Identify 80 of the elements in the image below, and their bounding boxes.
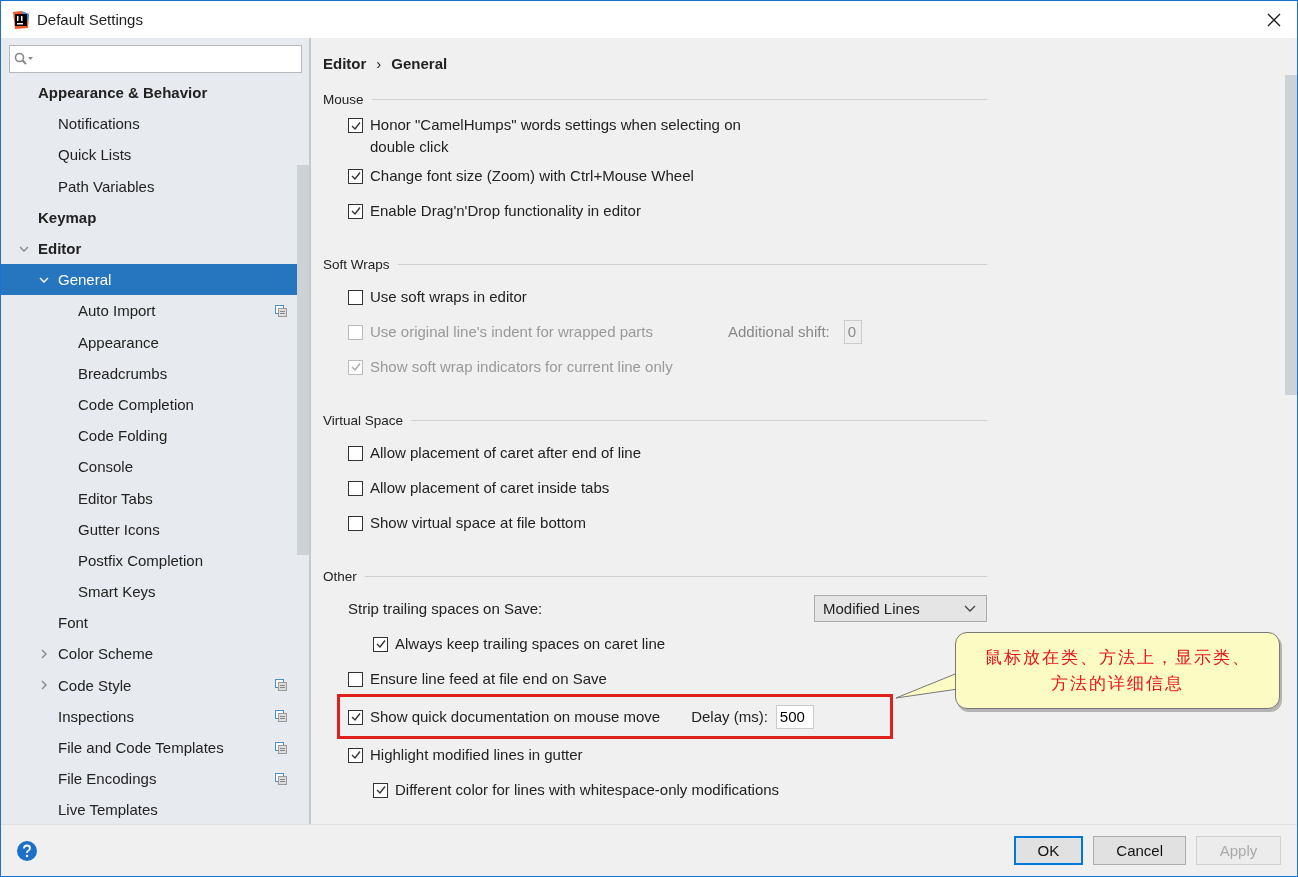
search-icon: [14, 52, 34, 66]
checkbox-label[interactable]: Honor "CamelHumps" words settings when selecting on double click: [370, 114, 788, 158]
input-field[interactable]: 500: [775, 704, 814, 729]
checkbox-label[interactable]: Change font size (Zoom) with Ctrl+Mouse Wheel: [370, 164, 694, 187]
field-label: Delay (ms):: [691, 708, 768, 725]
checkbox-label[interactable]: Allow placement of caret inside tabs: [370, 476, 610, 499]
breadcrumb-item[interactable]: General: [391, 54, 448, 72]
tree-item[interactable]: Quick Lists: [1, 139, 297, 171]
field-label: Strip trailing spaces on Save:: [348, 600, 544, 617]
callout-bubble: 鼠标放在类、方法上，显示类、方法的详细信息: [955, 632, 1280, 709]
checkbox-label[interactable]: Enable Drag'n'Drop functionality in editor: [370, 199, 641, 222]
checkbox-label[interactable]: Show virtual space at file bottom: [370, 511, 586, 534]
breadcrumb-item[interactable]: Editor: [323, 54, 367, 72]
tree-item[interactable]: Notifications: [1, 108, 297, 140]
dropdown[interactable]: Modified Lines: [814, 595, 987, 622]
window-title: Default Settings: [37, 11, 144, 28]
app-logo-icon: [11, 9, 31, 30]
dialog-button[interactable]: Cancel: [1093, 836, 1186, 865]
checkbox[interactable]: [373, 636, 388, 652]
dialog-button[interactable]: OK: [1013, 836, 1084, 865]
checkbox[interactable]: [373, 782, 388, 798]
tree-item[interactable]: Code Completion: [1, 388, 297, 421]
tree-item[interactable]: Live Templates: [1, 794, 297, 824]
checkbox-label[interactable]: Show quick documentation on mouse move: [370, 705, 661, 728]
checkbox[interactable]: [348, 671, 363, 687]
checkbox[interactable]: [348, 168, 363, 184]
checkbox[interactable]: [348, 515, 363, 531]
checkbox-label[interactable]: Different color for lines with whitespace-only modifications: [395, 778, 780, 801]
tree-item[interactable]: Appearance: [1, 326, 297, 358]
field-label: Additional shift:: [728, 323, 830, 340]
checkbox[interactable]: [348, 203, 363, 219]
tree-item[interactable]: Color Scheme: [1, 638, 297, 670]
checkmark-icon: [374, 784, 387, 796]
tree-item[interactable]: Auto Import: [1, 295, 297, 327]
checkbox-label[interactable]: Ensure line feed at file end on Save: [370, 667, 607, 690]
tree-item[interactable]: Editor Tabs: [1, 482, 297, 514]
checkmark-icon: [349, 361, 362, 373]
checkbox[interactable]: [348, 289, 363, 305]
help-icon[interactable]: [17, 840, 37, 861]
tree-item[interactable]: Console: [1, 451, 297, 483]
checkbox[interactable]: [348, 709, 363, 725]
checkbox[interactable]: [348, 118, 363, 133]
tree-item[interactable]: Inspections: [1, 700, 297, 732]
tree-item[interactable]: Postfix Completion: [1, 544, 297, 576]
tree-item[interactable]: General: [1, 264, 297, 296]
close-icon[interactable]: [1267, 12, 1281, 27]
tree-item[interactable]: File and Code Templates: [1, 731, 297, 764]
checkbox[interactable]: [348, 445, 363, 461]
tree-item[interactable]: Appearance & Behavior: [1, 77, 297, 109]
section-title: Mouse: [323, 91, 364, 107]
checkmark-icon: [374, 638, 387, 650]
checkbox[interactable]: [348, 747, 363, 763]
section-title: Soft Wraps: [323, 256, 390, 272]
checkmark-icon: [349, 711, 362, 723]
tree-item[interactable]: Code Style: [1, 669, 297, 701]
tree-item[interactable]: Code Folding: [1, 420, 297, 452]
tree-item[interactable]: Breadcrumbs: [1, 357, 297, 389]
tree-item[interactable]: File Encodings: [1, 763, 297, 795]
checkbox[interactable]: [348, 480, 363, 496]
checkbox-label[interactable]: Always keep trailing spaces on caret line: [395, 632, 666, 655]
section-title: Other: [323, 568, 357, 584]
checkmark-icon: [349, 205, 362, 217]
tree-item[interactable]: Font: [1, 607, 297, 639]
checkmark-icon: [349, 170, 362, 182]
tree-item[interactable]: Path Variables: [1, 170, 297, 202]
chevron-down-icon: [964, 604, 976, 613]
tree-item[interactable]: Keymap: [1, 201, 297, 233]
chevron-icon[interactable]: [39, 648, 49, 659]
checkmark-icon: [349, 119, 362, 132]
tree-item[interactable]: Smart Keys: [1, 576, 297, 608]
section-title: Virtual Space: [323, 412, 404, 428]
checkbox-label[interactable]: Use soft wraps in editor: [370, 285, 527, 308]
tree-item[interactable]: Editor: [1, 232, 297, 265]
breadcrumb-separator: ›: [376, 54, 382, 72]
tree-item[interactable]: Gutter Icons: [1, 513, 297, 545]
checkmark-icon: [349, 749, 362, 761]
chevron-icon[interactable]: [39, 680, 49, 691]
checkbox-label[interactable]: Highlight modified lines in gutter: [370, 743, 583, 766]
search-field[interactable]: [9, 45, 302, 73]
checkbox-label[interactable]: Allow placement of caret after end of line: [370, 441, 641, 464]
